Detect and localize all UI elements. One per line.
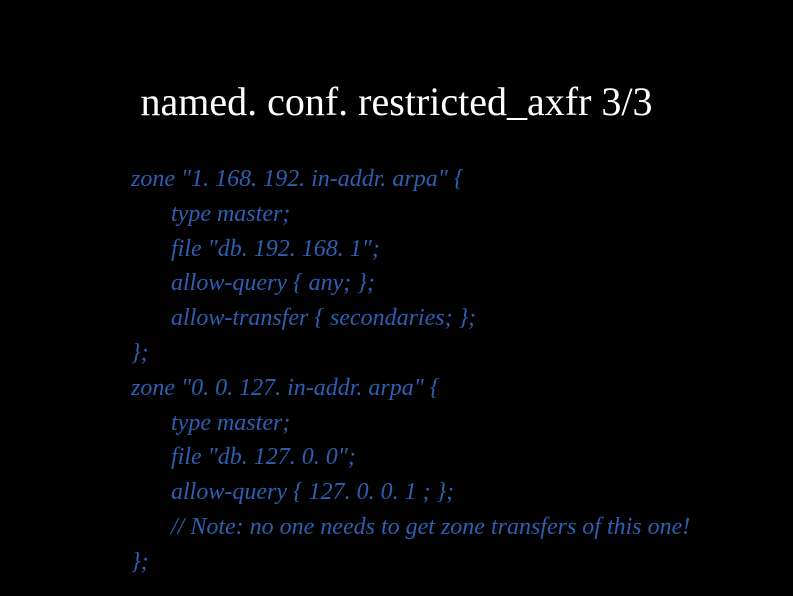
- slide-title: named. conf. restricted_axfr 3/3: [0, 78, 793, 125]
- slide: named. conf. restricted_axfr 3/3 zone "1…: [0, 0, 793, 596]
- code-line: file "db. 127. 0. 0";: [131, 440, 753, 475]
- code-line: type master;: [131, 406, 753, 441]
- slide-body: zone "1. 168. 192. in-addr. arpa" {type …: [131, 162, 753, 580]
- code-line: allow-transfer { secondaries; };: [131, 301, 753, 336]
- code-line: allow-query { 127. 0. 0. 1 ; };: [131, 475, 753, 510]
- code-line: zone "0. 0. 127. in-addr. arpa" {: [131, 371, 753, 406]
- code-line: file "db. 192. 168. 1";: [131, 232, 753, 267]
- code-line: allow-query { any; };: [131, 266, 753, 301]
- code-line: zone "1. 168. 192. in-addr. arpa" {: [131, 162, 753, 197]
- code-line: // Note: no one needs to get zone transf…: [131, 510, 753, 545]
- code-line: };: [131, 336, 753, 371]
- code-line: type master;: [131, 197, 753, 232]
- code-line: };: [131, 545, 753, 580]
